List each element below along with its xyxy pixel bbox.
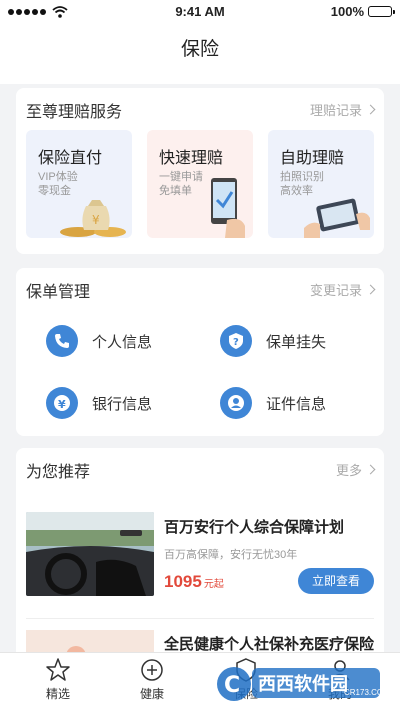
battery-icon xyxy=(368,6,395,17)
claim-title: 快速理赔 xyxy=(159,150,224,167)
claims-history-link[interactable]: 理赔记录 xyxy=(310,100,376,119)
policy-item-label: 证件信息 xyxy=(266,395,327,413)
user-icon xyxy=(220,387,252,419)
product-title[interactable]: 全民健康个人社保补充医疗保险 xyxy=(164,633,374,652)
star-icon xyxy=(46,658,70,681)
tab-health[interactable]: 健康 xyxy=(122,657,182,702)
svg-text:?: ? xyxy=(233,337,239,348)
policy-section-title: 保单管理 xyxy=(26,284,91,301)
chevron-right-icon xyxy=(365,104,376,115)
photo-id-icon xyxy=(304,198,370,238)
health-plus-icon xyxy=(141,659,163,681)
policy-item-label: 银行信息 xyxy=(92,395,153,413)
price-unit: 元起 xyxy=(203,579,224,590)
chevron-right-icon xyxy=(365,284,376,295)
recommend-card: 为您推荐 更多 百万安行个人综合保障计划 百万高保障，安行无忧30年 1095 元… xyxy=(16,448,384,652)
recommend-section-title: 为您推荐 xyxy=(26,464,91,481)
nav-bar: 保险 xyxy=(0,22,400,84)
claim-title: 自助理赔 xyxy=(280,150,345,167)
product-price: 1095 元起 xyxy=(164,572,224,592)
yen-icon: ¥ xyxy=(46,387,78,419)
product-subtitle: 百万高保障，安行无忧30年 xyxy=(164,549,298,561)
battery-percent: 100% xyxy=(330,4,364,19)
money-bag-icon: ¥ xyxy=(60,200,126,237)
claim-self-service[interactable]: 自助理赔 拍照识别 高效率 xyxy=(268,130,374,238)
watermark-url: CR173.COM xyxy=(344,688,390,697)
question-shield-icon: ? xyxy=(220,325,252,357)
car-driving-image[interactable] xyxy=(26,512,154,596)
change-history-link[interactable]: 变更记录 xyxy=(310,280,376,299)
claim-fast[interactable]: 快速理赔 一键申请 免填单 xyxy=(147,130,253,238)
watermark-brand: 西西软件园 xyxy=(258,674,348,694)
view-now-button[interactable]: 立即查看 xyxy=(298,568,374,594)
policy-item-label: 保单挂失 xyxy=(266,333,327,351)
product-title[interactable]: 百万安行个人综合保障计划 xyxy=(164,516,344,537)
status-bar: 9:41 AM 100% xyxy=(0,0,400,22)
tab-label: 健康 xyxy=(139,687,164,701)
claims-service-card: 至尊理赔服务 理赔记录 保险直付 VIP体验 零现金 ¥ 快速理赔 一键申请 免… xyxy=(16,88,384,254)
policy-id-info[interactable]: 证件信息 xyxy=(220,386,326,420)
svg-text:¥: ¥ xyxy=(92,213,100,227)
price-value: 1095 xyxy=(164,572,202,591)
policy-report-loss[interactable]: ? 保单挂失 xyxy=(220,324,326,358)
tab-featured[interactable]: 精选 xyxy=(28,657,88,702)
claim-direct-pay[interactable]: 保险直付 VIP体验 零现金 ¥ xyxy=(26,130,132,238)
battery-indicator: 100% xyxy=(330,4,395,19)
tab-label: 精选 xyxy=(45,687,70,701)
page-title: 保险 xyxy=(180,39,219,60)
policy-personal-info[interactable]: 个人信息 xyxy=(46,324,152,358)
divider xyxy=(26,618,374,619)
claim-sub: 免填单 xyxy=(159,185,192,197)
phone-icon xyxy=(46,325,78,357)
policy-management-card: 保单管理 变更记录 个人信息 ? 保单挂失 ¥ 银行信息 证件信息 xyxy=(16,268,384,436)
policy-item-label: 个人信息 xyxy=(92,333,153,351)
phone-check-icon xyxy=(211,178,245,238)
policy-bank-info[interactable]: ¥ 银行信息 xyxy=(46,386,152,420)
more-link[interactable]: 更多 xyxy=(336,460,376,479)
svg-text:C: C xyxy=(224,673,240,698)
claim-title: 保险直付 xyxy=(38,150,103,167)
site-watermark: C 西西软件园 CR173.COM xyxy=(214,660,390,706)
chevron-right-icon xyxy=(365,464,376,475)
svg-text:¥: ¥ xyxy=(58,398,66,411)
health-product-image[interactable] xyxy=(26,630,154,652)
claims-section-title: 至尊理赔服务 xyxy=(26,104,123,121)
